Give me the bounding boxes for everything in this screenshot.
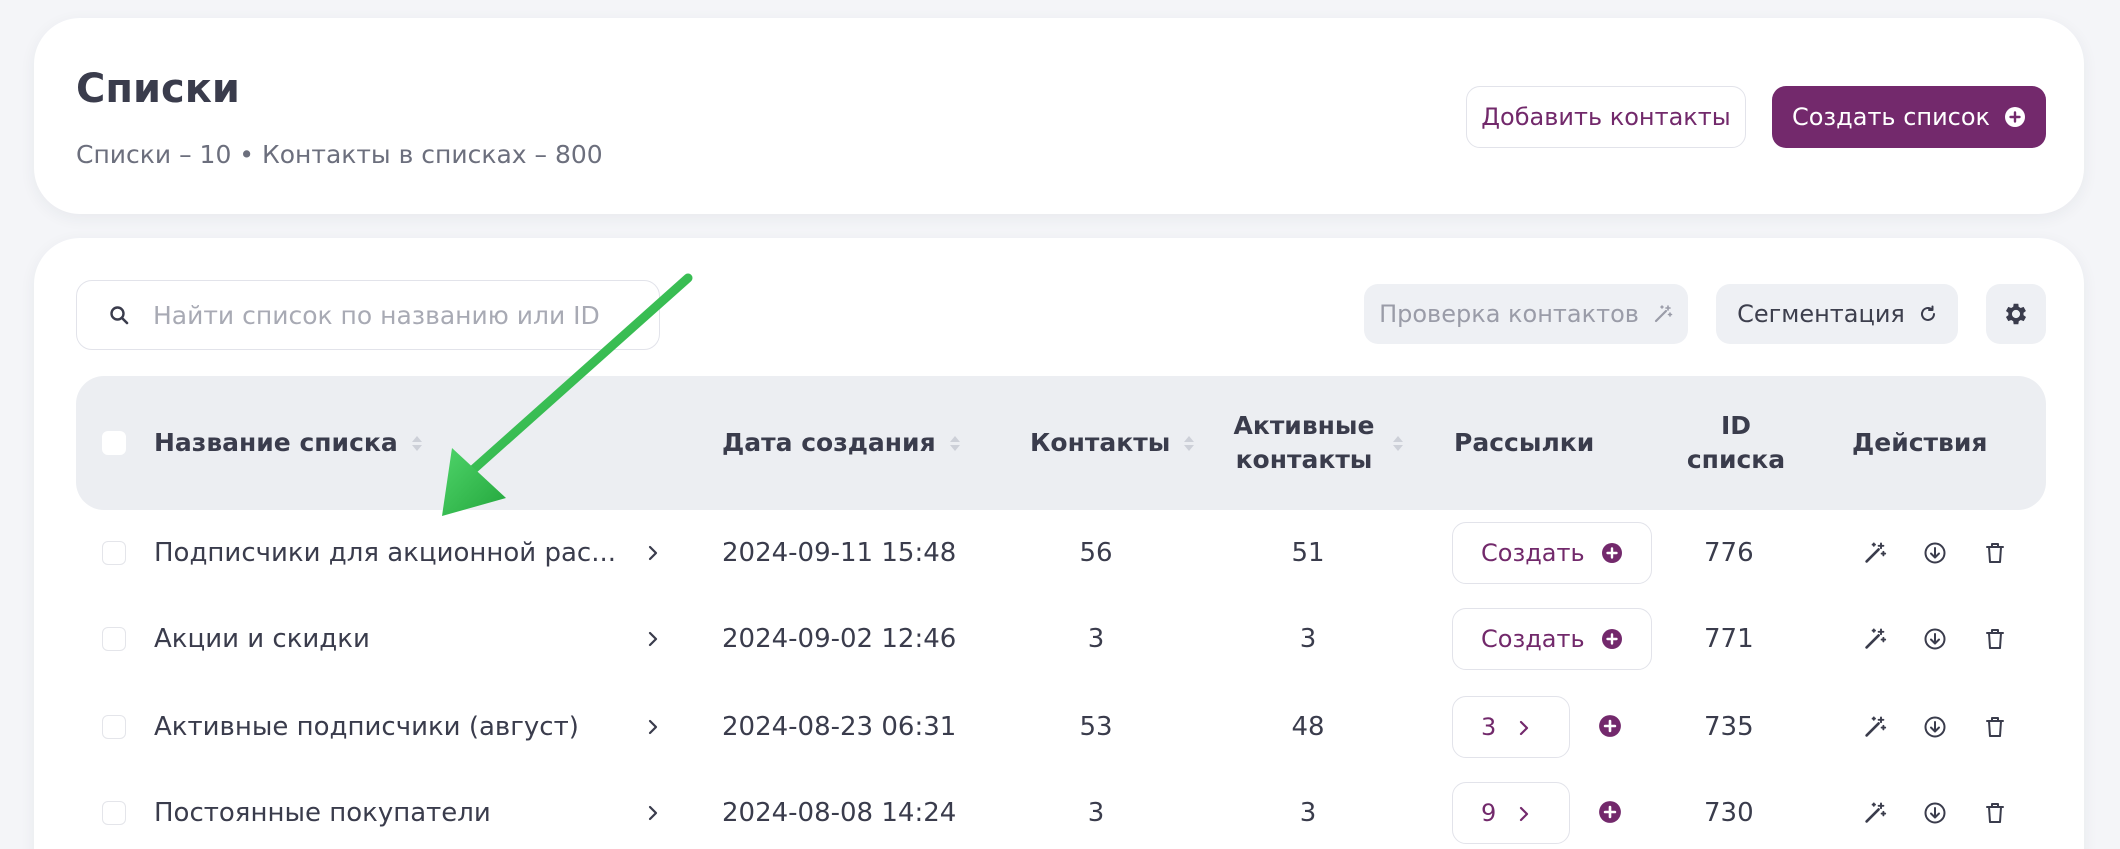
page-stats: Списки – 10 • Контакты в списках – 800 <box>76 140 603 169</box>
column-name[interactable]: Название списка <box>154 376 422 510</box>
download-icon[interactable] <box>1920 624 1950 654</box>
trash-icon[interactable] <box>1980 798 2010 828</box>
refresh-icon <box>1919 305 1937 323</box>
row-checkbox[interactable] <box>102 541 126 565</box>
table-row[interactable]: Акции и скидки 2024-09-02 12:46 3 3 Созд… <box>76 596 2046 682</box>
download-icon[interactable] <box>1920 712 1950 742</box>
table-settings-button[interactable] <box>1986 284 2046 344</box>
chevron-right-icon <box>1517 718 1531 738</box>
list-name: Постоянные покупатели <box>154 798 491 828</box>
mailings-count: 3 <box>1481 713 1497 741</box>
list-active-contacts: 51 <box>1291 538 1325 568</box>
chevron-right-icon[interactable] <box>646 510 660 596</box>
magic-wand-icon[interactable] <box>1860 798 1890 828</box>
create-list-button[interactable]: Создать список <box>1772 86 2046 148</box>
column-mailings-label: Рассылки <box>1454 428 1595 458</box>
add-mailing-icon[interactable] <box>1598 800 1622 824</box>
list-id: 730 <box>1704 798 1754 828</box>
add-contacts-button[interactable]: Добавить контакты <box>1466 86 1746 148</box>
list-date: 2024-08-08 14:24 <box>722 798 957 828</box>
plus-circle-icon <box>1601 542 1623 564</box>
column-date[interactable]: Дата создания <box>722 376 960 510</box>
magic-wand-icon <box>1653 304 1673 324</box>
create-mailing-label: Создать <box>1481 625 1585 653</box>
sort-icon <box>949 435 960 451</box>
list-date: 2024-08-23 06:31 <box>722 712 957 742</box>
trash-icon[interactable] <box>1980 624 2010 654</box>
chevron-right-icon[interactable] <box>646 684 660 770</box>
list-id: 776 <box>1704 538 1754 568</box>
column-contacts-label: Контакты <box>1030 428 1171 458</box>
mailings-count: 9 <box>1481 799 1497 827</box>
table-row[interactable]: Подписчики для акционной рас... 2024-09-… <box>76 510 2046 596</box>
list-id: 771 <box>1704 624 1754 654</box>
sort-icon <box>1184 435 1195 451</box>
chevron-right-icon <box>1517 804 1531 824</box>
create-list-label: Создать список <box>1791 103 1991 131</box>
check-contacts-label: Проверка контактов <box>1379 300 1639 328</box>
column-active-contacts[interactable]: Активные контакты <box>1216 376 1416 510</box>
list-active-contacts: 3 <box>1299 624 1317 654</box>
magic-wand-icon[interactable] <box>1860 538 1890 568</box>
row-checkbox[interactable] <box>102 627 126 651</box>
row-checkbox[interactable] <box>102 801 126 825</box>
search-box[interactable] <box>76 280 660 350</box>
list-active-contacts: 48 <box>1291 712 1325 742</box>
list-name: Подписчики для акционной рас... <box>154 538 616 568</box>
trash-icon[interactable] <box>1980 538 2010 568</box>
column-id-label: ID списка <box>1686 411 1786 474</box>
table-row[interactable]: Активные подписчики (август) 2024-08-23 … <box>76 684 2046 770</box>
sort-icon <box>1393 435 1403 451</box>
column-actions-label: Действия <box>1852 428 1988 458</box>
list-contacts: 3 <box>1087 624 1105 654</box>
list-name: Активные подписчики (август) <box>154 712 579 742</box>
download-icon[interactable] <box>1920 798 1950 828</box>
column-actions: Действия <box>1852 376 1987 510</box>
add-mailing-icon[interactable] <box>1598 714 1622 738</box>
list-contacts: 56 <box>1079 538 1113 568</box>
plus-circle-icon <box>2004 106 2026 128</box>
download-icon[interactable] <box>1920 538 1950 568</box>
create-mailing-label: Создать <box>1481 539 1585 567</box>
sort-icon <box>411 435 422 451</box>
chevron-right-icon[interactable] <box>646 596 660 682</box>
plus-circle-icon <box>1601 628 1623 650</box>
add-contacts-label: Добавить контакты <box>1481 103 1731 131</box>
list-contacts: 53 <box>1079 712 1113 742</box>
list-active-contacts: 3 <box>1299 798 1317 828</box>
column-name-label: Название списка <box>154 428 398 458</box>
mailings-count-button[interactable]: 3 <box>1452 696 1570 758</box>
trash-icon[interactable] <box>1980 712 2010 742</box>
chevron-right-icon[interactable] <box>646 770 660 849</box>
list-date: 2024-09-11 15:48 <box>722 538 957 568</box>
mailings-count-button[interactable]: 9 <box>1452 782 1570 844</box>
page-title: Списки <box>76 66 240 112</box>
select-all-checkbox[interactable] <box>102 431 126 455</box>
list-id: 735 <box>1704 712 1754 742</box>
segmentation-label: Сегментация <box>1737 300 1905 328</box>
create-mailing-button[interactable]: Создать <box>1452 522 1652 584</box>
column-date-label: Дата создания <box>722 428 936 458</box>
row-checkbox[interactable] <box>102 715 126 739</box>
table-row[interactable]: Постоянные покупатели 2024-08-08 14:24 3… <box>76 770 2046 849</box>
column-active-label: Активные контакты <box>1233 411 1375 474</box>
search-icon <box>109 305 129 325</box>
gear-icon <box>2002 300 2030 328</box>
list-date: 2024-09-02 12:46 <box>722 624 957 654</box>
magic-wand-icon[interactable] <box>1860 712 1890 742</box>
segmentation-button[interactable]: Сегментация <box>1716 284 1958 344</box>
column-id: ID списка <box>1676 376 1796 510</box>
check-contacts-button[interactable]: Проверка контактов <box>1364 284 1688 344</box>
create-mailing-button[interactable]: Создать <box>1452 608 1652 670</box>
column-contacts[interactable]: Контакты <box>1030 376 1195 510</box>
list-contacts: 3 <box>1087 798 1105 828</box>
search-input[interactable] <box>153 300 633 330</box>
magic-wand-icon[interactable] <box>1860 624 1890 654</box>
column-mailings: Рассылки <box>1454 376 1594 510</box>
table-header: Название списка Дата создания Контакты А… <box>76 376 2046 510</box>
list-name: Акции и скидки <box>154 624 370 654</box>
